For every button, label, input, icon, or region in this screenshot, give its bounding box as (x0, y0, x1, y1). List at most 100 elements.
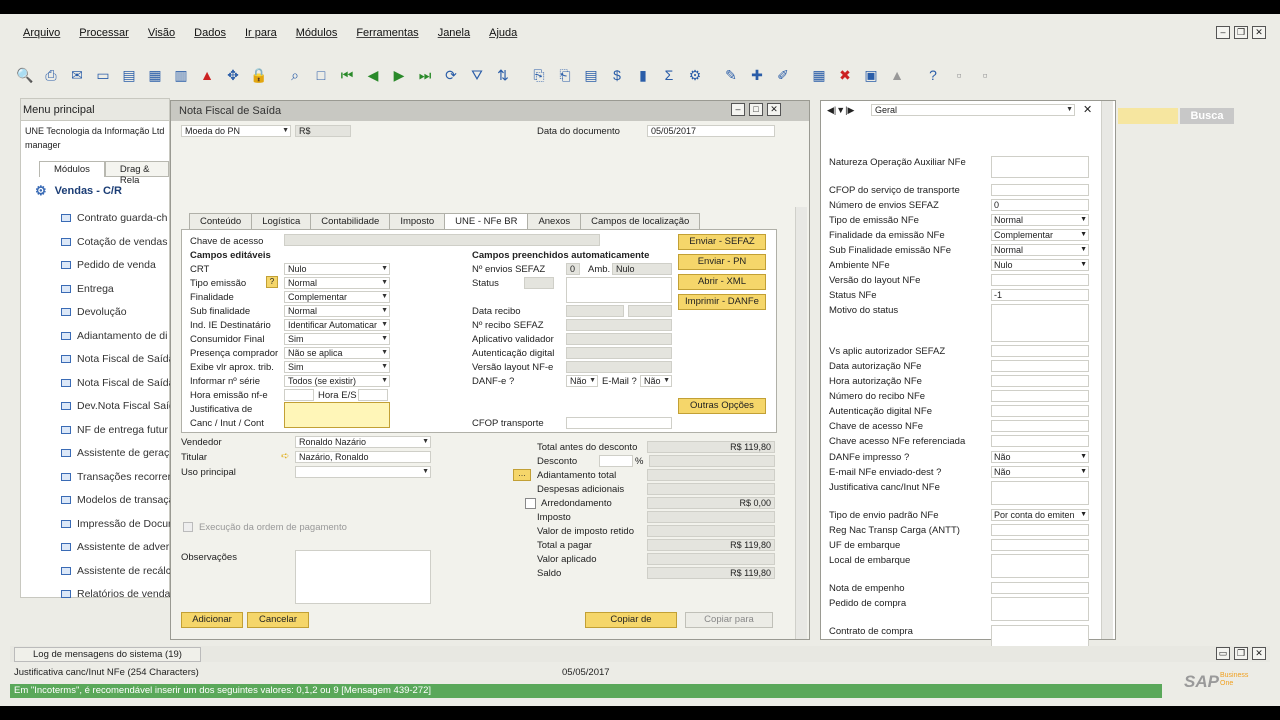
user-field-input[interactable] (991, 274, 1089, 286)
user-field-input[interactable] (991, 390, 1089, 402)
settings-icon[interactable]: ⚙ (684, 64, 706, 86)
user-field-input[interactable]: Normal (991, 244, 1089, 256)
user-field-input[interactable] (991, 597, 1089, 621)
menu-item-7[interactable]: Nota Fiscal de Saída (61, 377, 174, 389)
menu-item-1[interactable]: Cotação de vendas (61, 236, 167, 248)
close-window-button[interactable]: ✕ (767, 103, 781, 116)
gross-profit-icon[interactable]: Σ (658, 64, 680, 86)
imprimir-danfe-button[interactable]: Imprimir - DANFe (678, 294, 766, 310)
copiar-de-button[interactable]: Copiar de (585, 612, 677, 628)
user-field-input[interactable] (991, 435, 1089, 447)
hora-emissao-input[interactable] (284, 389, 314, 401)
log-minimize-button[interactable]: ▭ (1216, 647, 1230, 660)
menu-item-12[interactable]: Modelos de transaçã (61, 494, 174, 506)
menu-item-3[interactable]: Entrega (61, 283, 114, 295)
user-field-input[interactable] (991, 582, 1089, 594)
sms-icon[interactable]: ▭ (92, 64, 114, 86)
tab-campos-localizacao[interactable]: Campos de localização (580, 213, 701, 229)
panel-nav-arrows[interactable]: ◀|▼|▶ (827, 105, 854, 116)
menu-item-11[interactable]: Transações recorren (61, 471, 173, 483)
category-select[interactable]: Geral (871, 104, 1075, 116)
edit-icon[interactable]: ✐ (772, 64, 794, 86)
calendar-icon[interactable]: ▦ (808, 64, 830, 86)
users-icon[interactable]: ▲ (886, 64, 908, 86)
maximize-window-button[interactable]: □ (749, 103, 763, 116)
menu-item-0[interactable]: Contrato guarda-ch (61, 212, 167, 224)
print-icon[interactable]: ⎙ (40, 64, 62, 86)
export-word-icon[interactable]: ▦ (144, 64, 166, 86)
fax-icon[interactable]: ▤ (118, 64, 140, 86)
data-documento-input[interactable]: 05/05/2017 (647, 125, 775, 137)
titular-input[interactable]: Nazário, Ronaldo (295, 451, 431, 463)
user-field-input[interactable] (991, 554, 1089, 578)
adicionar-button[interactable]: Adicionar (181, 612, 243, 628)
menu-item-14[interactable]: Assistente de adver (61, 541, 169, 553)
message-log-tab[interactable]: Log de mensagens do sistema (19) (14, 647, 201, 662)
next-record-icon[interactable]: ▶ (388, 64, 410, 86)
arredondamento-checkbox[interactable] (525, 498, 536, 509)
base-document-icon[interactable]: ⎘ (528, 64, 550, 86)
menu-item-9[interactable]: NF de entrega futur (61, 424, 168, 436)
nfe-field-select[interactable]: Normal (284, 277, 390, 289)
user-field-input[interactable] (991, 345, 1089, 357)
uso-principal-select[interactable] (295, 466, 431, 478)
nfe-field-select[interactable]: Sim (284, 333, 390, 345)
menu-processar[interactable]: Processar (79, 27, 129, 39)
menu-item-15[interactable]: Assistente de recálc (61, 565, 171, 577)
nfe-field-select[interactable]: Todos (se existir) (284, 375, 390, 387)
menu-item-6[interactable]: Nota Fiscal de Saída (61, 353, 174, 365)
execucao-checkbox[interactable] (183, 522, 193, 532)
moeda-pn-select[interactable]: Moeda do PN (181, 125, 291, 137)
log-restore-button[interactable]: ❐ (1234, 647, 1248, 660)
journal-icon[interactable]: ▤ (580, 64, 602, 86)
cancelar-button[interactable]: Cancelar (247, 612, 309, 628)
adiantamento-button[interactable]: … (513, 469, 531, 481)
lock-icon[interactable]: 🔒 (248, 64, 270, 86)
user-field-input[interactable] (991, 184, 1089, 196)
abrir-xml-button[interactable]: Abrir - XML (678, 274, 766, 290)
minimize-window-button[interactable]: – (731, 103, 745, 116)
tab-anexos[interactable]: Anexos (527, 213, 582, 229)
refresh-icon[interactable]: ⟳ (440, 64, 462, 86)
observacoes-input[interactable] (295, 550, 431, 604)
email-select[interactable]: Não (640, 375, 672, 387)
user-field-input[interactable] (991, 539, 1089, 551)
menu-item-4[interactable]: Devolução (61, 306, 127, 318)
busca-button[interactable]: Busca (1180, 108, 1234, 124)
main-scrollbar[interactable] (795, 207, 807, 639)
link-arrow-icon[interactable]: ➪ (281, 451, 289, 462)
cfop-input[interactable] (566, 417, 672, 429)
user-field-input[interactable]: Complementar (991, 229, 1089, 241)
close-button[interactable]: ✕ (1252, 26, 1266, 39)
widget-icon[interactable]: ▫ (974, 64, 996, 86)
first-record-icon[interactable]: ⏮ (336, 64, 358, 86)
sort-icon[interactable]: ⇅ (492, 64, 514, 86)
nfe-field-select[interactable]: Identificar Automaticar (284, 319, 390, 331)
restore-button[interactable]: ❐ (1234, 26, 1248, 39)
user-field-input[interactable]: Não (991, 466, 1089, 478)
tab-une-nfe-br[interactable]: UNE - NFe BR (444, 213, 529, 229)
tab-conteudo[interactable]: Conteúdo (189, 213, 253, 229)
user-field-input[interactable] (991, 481, 1089, 505)
user-field-input[interactable]: Por conta do emiten (991, 509, 1089, 521)
chart-icon[interactable]: ▮ (632, 64, 654, 86)
hora-es-input[interactable] (358, 389, 388, 401)
menu-janela[interactable]: Janela (438, 27, 470, 39)
new-icon[interactable]: ✚ (746, 64, 768, 86)
user-field-input[interactable] (991, 405, 1089, 417)
tab-modulos[interactable]: Módulos (39, 161, 105, 177)
menu-item-5[interactable]: Adiantamento de di (61, 330, 167, 342)
email-icon[interactable]: ✉ (66, 64, 88, 86)
menu-modulos[interactable]: Módulos (296, 27, 338, 39)
enviar-pn-button[interactable]: Enviar - PN (678, 254, 766, 270)
last-record-icon[interactable]: ⏭ (414, 64, 436, 86)
danfe-select[interactable]: Não (566, 375, 598, 387)
menu-item-10[interactable]: Assistente de geraç (61, 447, 169, 459)
user-field-input[interactable]: 0 (991, 199, 1089, 211)
payment-icon[interactable]: $ (606, 64, 628, 86)
justificativa-input[interactable] (284, 402, 390, 428)
tab-drag-relate[interactable]: Drag & Rela (104, 161, 169, 186)
move-icon[interactable]: ✥ (222, 64, 244, 86)
target-document-icon[interactable]: ⎗ (554, 64, 576, 86)
nfe-field-select[interactable]: Não se aplica (284, 347, 390, 359)
